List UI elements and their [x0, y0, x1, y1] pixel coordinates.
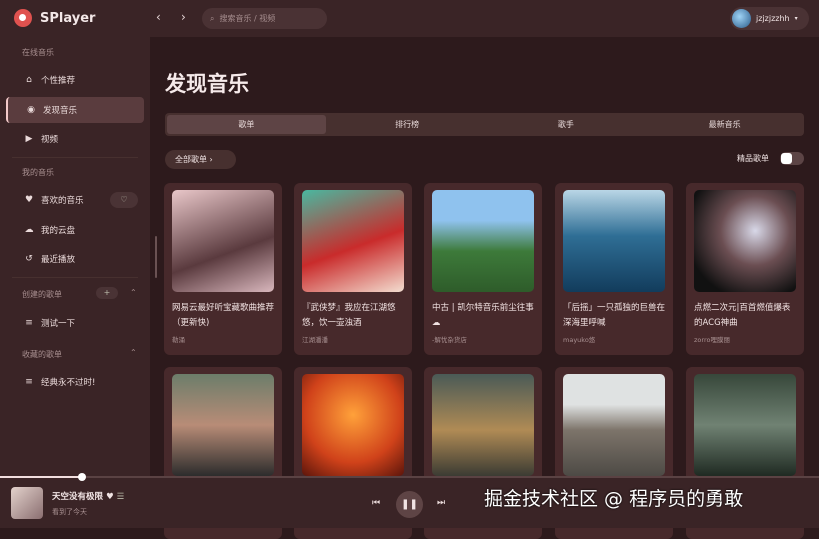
disc-icon: ◉	[26, 105, 36, 115]
progress-knob[interactable]	[78, 473, 86, 481]
quality-toggle[interactable]	[780, 152, 804, 165]
quality-label: 精品歌单	[737, 153, 769, 164]
playlist-cover[interactable]	[694, 190, 796, 292]
playlist-card[interactable]: 『武侠梦』我应在江湖悠悠，饮一壶浊酒江湖潘潘	[294, 183, 412, 355]
playlist-creator[interactable]: -解忧杂货店	[432, 334, 467, 344]
page-title: 发现音乐	[165, 68, 249, 98]
label: 发现音乐	[43, 104, 77, 116]
playlist-cover[interactable]	[302, 374, 404, 476]
sidebar-playlist[interactable]: ≡ 测试一下	[6, 310, 144, 336]
playlist-card[interactable]: 「后摇」一只孤独的巨兽在深海里呼喊 mayuko悠	[555, 183, 673, 355]
app-logo[interactable]: SPlayer	[14, 9, 95, 27]
collapse-icon[interactable]: ⌃	[130, 348, 137, 357]
sidebar-scrollbar[interactable]	[155, 236, 157, 278]
sidebar-item-recommend[interactable]: ⌂ 个性推荐	[6, 67, 144, 93]
tab-artists[interactable]: 歌手	[487, 113, 646, 136]
user-menu[interactable]: jzjzjzzhh ▾	[730, 7, 809, 30]
avatar	[732, 9, 751, 28]
album-cover[interactable]	[11, 487, 43, 519]
section-my: 我的音乐	[22, 167, 54, 178]
add-playlist-button[interactable]: +	[96, 287, 118, 299]
playlist-creator[interactable]: 江湖潘潘	[302, 334, 328, 344]
chevron-down-icon: ▾	[795, 15, 798, 22]
search-placeholder: 搜索音乐 / 视频	[219, 13, 275, 24]
home-icon: ⌂	[24, 75, 34, 85]
sidebar-item-discover[interactable]: ◉ 发现音乐	[6, 97, 144, 123]
sidebar-item-cloud[interactable]: ☁ 我的云盘	[6, 217, 144, 243]
playlist-icon[interactable]: ☰	[117, 492, 125, 502]
app-name: SPlayer	[40, 11, 95, 26]
watermark: 掘金技术社区 @ 程序员的勇敢	[484, 484, 743, 511]
tab-charts[interactable]: 排行榜	[328, 113, 487, 136]
song-title[interactable]: 天空没有极限 ♥ ☰	[52, 490, 124, 502]
video-icon: ▶	[24, 134, 34, 144]
divider	[12, 157, 138, 158]
label: 最近播放	[41, 253, 75, 265]
playlist-card[interactable]: 网易云最好听宝藏歌曲推荐（更新快) 勒涌	[164, 183, 282, 355]
label: 我的云盘	[41, 224, 75, 236]
username: jzjzjzzhh	[756, 14, 790, 23]
tab-new-music[interactable]: 最新音乐	[645, 113, 804, 136]
heart-icon: ♥	[24, 195, 34, 205]
playlist-creator[interactable]: zorro哩膜丽	[694, 334, 730, 344]
history-icon: ↺	[24, 254, 34, 264]
tabs: 歌单 排行榜 歌手 最新音乐	[165, 113, 804, 136]
progress-slider[interactable]	[0, 476, 819, 478]
tab-playlists[interactable]: 歌单	[167, 115, 326, 134]
divider	[12, 277, 138, 278]
cloud-icon: ☁	[24, 225, 34, 235]
next-icon[interactable]: ⏭	[437, 498, 445, 508]
search-input[interactable]: ⌕ 搜索音乐 / 视频	[202, 8, 327, 29]
heartbeat-mode-button[interactable]: ♡	[110, 192, 138, 208]
playlist-cover[interactable]	[302, 190, 404, 292]
search-icon: ⌕	[210, 14, 214, 24]
label: 视频	[41, 133, 58, 145]
artist-name[interactable]: 看到了今天	[52, 507, 87, 517]
logo-icon	[14, 9, 32, 27]
collapse-icon[interactable]: ⌃	[130, 288, 137, 297]
all-playlists-button[interactable]: 全部歌单 ›	[165, 150, 236, 169]
playlist-creator[interactable]: mayuko悠	[563, 334, 595, 344]
back-button[interactable]: ‹	[156, 10, 161, 24]
playlist-cover[interactable]	[694, 374, 796, 476]
playlist-cover[interactable]	[563, 374, 665, 476]
label: 喜欢的音乐	[41, 194, 84, 206]
playlist-card[interactable]: 点燃二次元|百首燃值爆表的ACG神曲 zorro哩膜丽	[686, 183, 804, 355]
progress-fill	[0, 476, 82, 478]
playlist-cover[interactable]	[432, 374, 534, 476]
forward-button[interactable]: ›	[181, 10, 186, 24]
playlist-name[interactable]: 网易云最好听宝藏歌曲推荐（更新快)	[172, 301, 276, 331]
label: 个性推荐	[41, 74, 75, 86]
section-collected: 收藏的歌单	[22, 349, 62, 360]
section-online: 在线音乐	[22, 47, 54, 58]
sidebar-item-video[interactable]: ▶ 视频	[6, 126, 144, 152]
playlist-cover[interactable]	[432, 190, 534, 292]
sidebar: SPlayer 在线音乐 ⌂ 个性推荐 ◉ 发现音乐 ▶ 视频 我的音乐 ♥ 喜欢的音乐…	[0, 0, 150, 477]
playlist-icon: ≡	[24, 318, 34, 328]
previous-icon[interactable]: ⏮	[372, 498, 380, 508]
song-name: 天空没有极限	[52, 492, 103, 502]
playlist-icon: ≡	[24, 377, 34, 387]
label: 测试一下	[41, 317, 75, 329]
playlist-cover[interactable]	[563, 190, 665, 292]
label: 经典永不过时!	[41, 376, 95, 388]
playlist-name[interactable]: 「后摇」一只孤独的巨兽在深海里呼喊	[563, 301, 667, 331]
heart-icon[interactable]: ♥	[106, 492, 114, 502]
sidebar-playlist[interactable]: ≡ 经典永不过时!	[6, 369, 144, 395]
sidebar-item-recent[interactable]: ↺ 最近播放	[6, 246, 144, 272]
playlist-name[interactable]: 『武侠梦』我应在江湖悠悠，饮一壶浊酒	[302, 301, 406, 331]
playlist-cover[interactable]	[172, 374, 274, 476]
playlist-name[interactable]: 中古 | 凯尔特音乐前尘往事☁	[432, 301, 536, 331]
playlist-name[interactable]: 点燃二次元|百首燃值爆表的ACG神曲	[694, 301, 798, 331]
playlist-card[interactable]: 中古 | 凯尔特音乐前尘往事☁ -解忧杂货店	[424, 183, 542, 355]
playlist-cover[interactable]	[172, 190, 274, 292]
playlist-creator[interactable]: 勒涌	[172, 334, 185, 344]
pause-button[interactable]: ❚❚	[396, 491, 423, 518]
section-created: 创建的歌单	[22, 289, 62, 300]
